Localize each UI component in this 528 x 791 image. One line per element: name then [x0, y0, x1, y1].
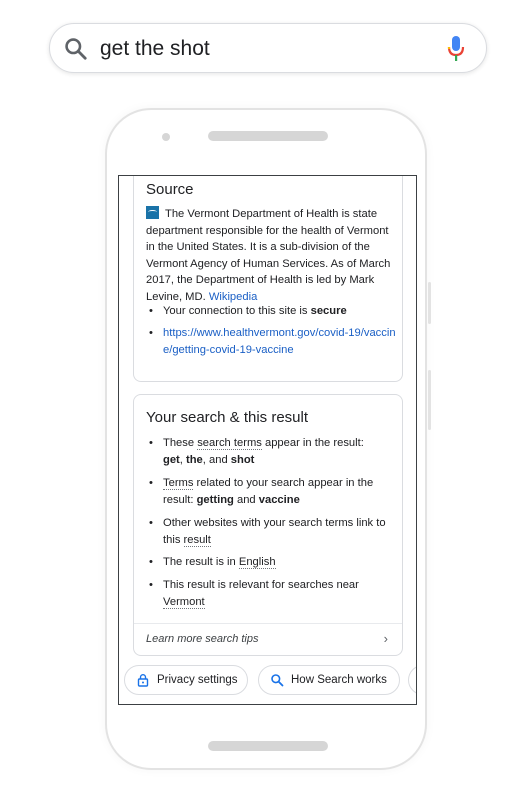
learn-more-link[interactable]: Learn more search tips — [146, 633, 259, 645]
source-card-title: Source — [146, 181, 194, 198]
microphone-icon[interactable] — [446, 35, 466, 63]
divider — [134, 623, 402, 624]
item-text: The result is in — [163, 556, 239, 568]
list-item: These search terms appear in the result:… — [146, 435, 396, 468]
more-chip[interactable] — [408, 665, 416, 695]
term-vaccine: vaccine — [258, 493, 300, 506]
term-get: get — [163, 453, 180, 466]
chevron-right-icon[interactable]: › — [384, 631, 388, 646]
url-item: https://www.healthvermont.gov/covid-19/v… — [146, 325, 402, 358]
site-favicon-icon — [146, 206, 159, 219]
item-text: appear in the result: — [261, 437, 364, 449]
terms-link[interactable]: Terms — [163, 477, 194, 490]
connection-status: secure — [310, 305, 347, 317]
wikipedia-link[interactable]: Wikipedia — [209, 291, 258, 303]
language-link[interactable]: English — [238, 556, 276, 569]
search-bar[interactable]: get the shot — [49, 23, 487, 73]
term-separator: , and — [202, 453, 231, 466]
list-item: Other websites with your search terms li… — [146, 515, 396, 548]
result-link[interactable]: result — [183, 533, 211, 547]
search-query[interactable]: get the shot — [100, 36, 210, 62]
privacy-settings-label: Privacy settings — [157, 674, 238, 686]
term-separator: and — [233, 493, 259, 506]
search-terms-link[interactable]: search terms — [197, 437, 262, 450]
source-description-text: The Vermont Department of Health is stat… — [146, 208, 391, 303]
phone-speaker — [208, 131, 328, 141]
how-search-works-button[interactable]: How Search works — [258, 665, 400, 695]
lock-icon — [137, 674, 149, 687]
search-icon — [271, 674, 284, 687]
item-text: This result is relevant for searches nea… — [163, 579, 359, 591]
item-text: These — [163, 437, 198, 449]
phone-side-button — [428, 282, 431, 324]
source-description: The Vermont Department of Health is stat… — [146, 206, 392, 305]
term-getting: getting — [196, 493, 234, 506]
result-url-link[interactable]: https://www.healthvermont.gov/covid-19/v… — [163, 327, 396, 356]
phone-side-button — [428, 370, 431, 430]
chip-row: Privacy settings How Search works — [119, 656, 416, 704]
list-item: Terms related to your search appear in t… — [146, 475, 396, 508]
term-shot: shot — [230, 453, 255, 466]
connection-item: Your connection to this site is secure — [146, 303, 396, 320]
list-item: This result is relevant for searches nea… — [146, 577, 396, 610]
result-card-title: Your search & this result — [146, 409, 309, 426]
phone-camera — [162, 133, 170, 141]
search-icon[interactable] — [63, 36, 89, 62]
connection-text: Your connection to this site is — [163, 305, 308, 317]
phone-home-bar — [208, 741, 328, 751]
location-link[interactable]: Vermont — [163, 595, 205, 609]
how-search-works-label: How Search works — [291, 674, 387, 686]
term-the: the — [186, 453, 203, 466]
search-result-card: Your search & this result These search t… — [133, 394, 403, 656]
privacy-settings-button[interactable]: Privacy settings — [124, 665, 248, 695]
source-card: Source The Vermont Department of Health … — [133, 176, 403, 382]
list-item: The result is in English — [146, 554, 396, 571]
phone-screen: Source The Vermont Department of Health … — [118, 175, 417, 705]
